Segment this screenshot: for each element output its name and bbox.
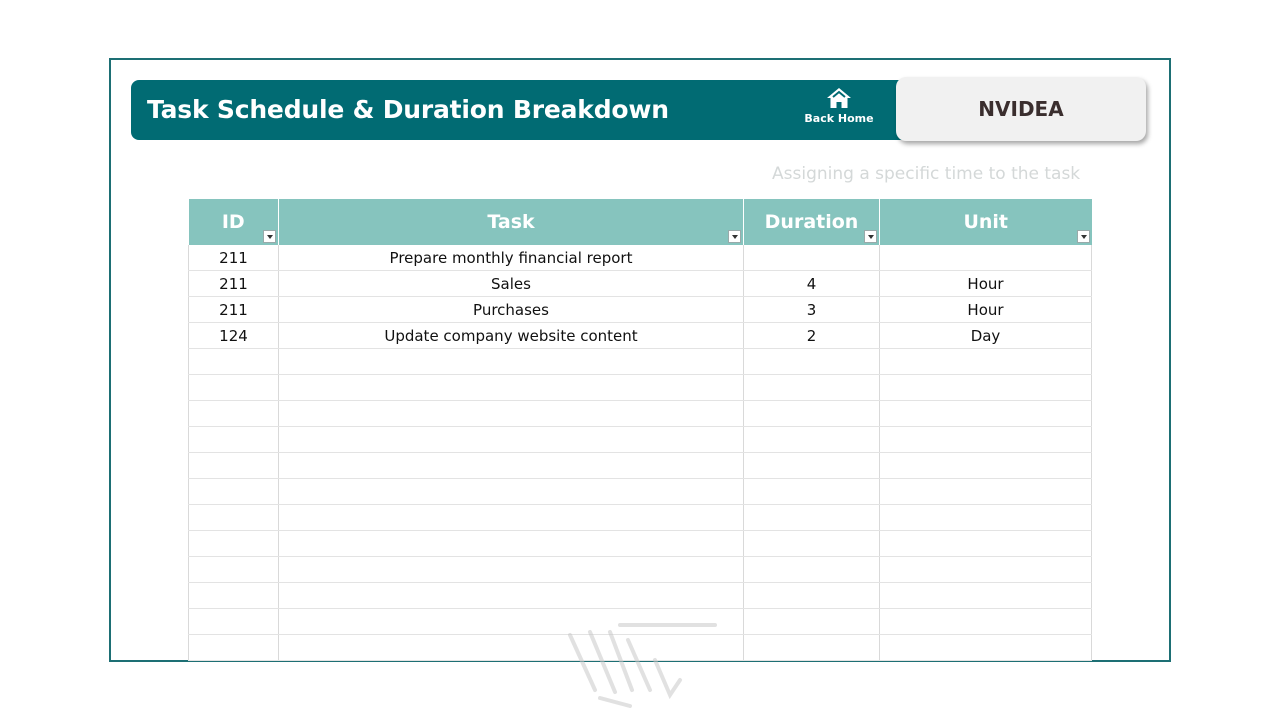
column-header-task[interactable]: Task [278,199,744,245]
cell-unit[interactable] [879,634,1092,661]
cell-id[interactable] [188,634,279,661]
cell-unit[interactable] [879,530,1092,557]
cell-unit[interactable] [879,426,1092,453]
cell-duration[interactable] [743,582,880,609]
cell-duration[interactable] [743,245,880,271]
cell-id[interactable] [188,374,279,401]
cell-task[interactable] [278,452,744,479]
table-row [188,426,1092,453]
cell-id[interactable]: 211 [188,270,279,297]
cell-task[interactable] [278,478,744,505]
column-header-unit[interactable]: Unit [879,199,1092,245]
cell-unit[interactable] [879,452,1092,479]
table-row: 211 Prepare monthly financial report [188,245,1092,271]
back-home-button[interactable]: Back Home [800,86,878,136]
cell-duration[interactable] [743,634,880,661]
watermark-logo [568,623,717,708]
cell-unit[interactable] [879,374,1092,401]
cell-id[interactable] [188,400,279,427]
cell-id[interactable] [188,582,279,609]
cell-id[interactable] [188,608,279,635]
table-row [188,530,1092,557]
filter-dropdown-icon[interactable] [864,230,877,243]
cell-unit[interactable] [879,478,1092,505]
cell-duration[interactable] [743,348,880,375]
cell-id[interactable]: 124 [188,322,279,349]
page-title: Task Schedule & Duration Breakdown [147,95,669,124]
cell-duration[interactable] [743,452,880,479]
column-header-label: Unit [963,211,1009,233]
cell-id[interactable] [188,504,279,531]
column-header-label: Duration [764,211,859,233]
cell-unit[interactable] [879,348,1092,375]
table-row: 124 Update company website content 2 Day [188,322,1092,349]
cell-duration[interactable] [743,608,880,635]
cell-unit[interactable]: Day [879,322,1092,349]
table-row [188,504,1092,531]
cell-task[interactable] [278,348,744,375]
cell-task[interactable]: Prepare monthly financial report [278,245,744,271]
cell-id[interactable]: 211 [188,296,279,323]
cell-duration[interactable] [743,426,880,453]
column-header-label: ID [221,211,245,233]
table-row [188,374,1092,401]
home-icon [827,88,851,108]
cell-task[interactable] [278,400,744,427]
task-table: ID Task Duration Unit 211 Prepare monthly… [188,199,1092,661]
cell-task[interactable] [278,556,744,583]
cell-unit[interactable] [879,245,1092,271]
table-row [188,556,1092,583]
column-header-id[interactable]: ID [188,199,279,245]
column-header-label: Task [487,211,535,233]
cell-duration[interactable]: 2 [743,322,880,349]
back-home-label: Back Home [804,112,874,125]
cell-id[interactable] [188,478,279,505]
table-row [188,582,1092,609]
cell-id[interactable] [188,530,279,557]
table-row [188,452,1092,479]
company-name: NVIDEA [978,97,1064,121]
cell-task[interactable]: Sales [278,270,744,297]
cell-task[interactable] [278,582,744,609]
cell-id[interactable] [188,426,279,453]
cell-id[interactable] [188,348,279,375]
company-name-box: NVIDEA [896,77,1146,141]
table-row: 211 Sales 4 Hour [188,270,1092,297]
cell-duration[interactable] [743,556,880,583]
cell-task[interactable] [278,426,744,453]
table-row: 211 Purchases 3 Hour [188,296,1092,323]
cell-duration[interactable] [743,504,880,531]
cell-unit[interactable] [879,400,1092,427]
table-row [188,478,1092,505]
cell-duration[interactable]: 4 [743,270,880,297]
cell-unit[interactable]: Hour [879,270,1092,297]
table-row [188,400,1092,427]
cell-task[interactable]: Update company website content [278,322,744,349]
cell-task[interactable] [278,374,744,401]
cell-task[interactable] [278,530,744,557]
column-header-duration[interactable]: Duration [743,199,880,245]
filter-dropdown-icon[interactable] [728,230,741,243]
cell-duration[interactable] [743,400,880,427]
cell-task[interactable] [278,504,744,531]
cell-duration[interactable] [743,478,880,505]
cell-unit[interactable] [879,556,1092,583]
cell-unit[interactable] [879,582,1092,609]
cell-id[interactable]: 211 [188,245,279,271]
cell-duration[interactable] [743,530,880,557]
table-header-row: ID Task Duration Unit [188,199,1092,245]
cell-unit[interactable] [879,608,1092,635]
cell-unit[interactable]: Hour [879,296,1092,323]
subtitle: Assigning a specific time to the task [772,164,1081,184]
cell-id[interactable] [188,452,279,479]
cell-id[interactable] [188,556,279,583]
cell-duration[interactable]: 3 [743,296,880,323]
cell-duration[interactable] [743,374,880,401]
filter-dropdown-icon[interactable] [1076,230,1090,243]
table-row [188,348,1092,375]
cell-unit[interactable] [879,504,1092,531]
cell-task[interactable]: Purchases [278,296,744,323]
filter-dropdown-icon[interactable] [263,230,276,243]
